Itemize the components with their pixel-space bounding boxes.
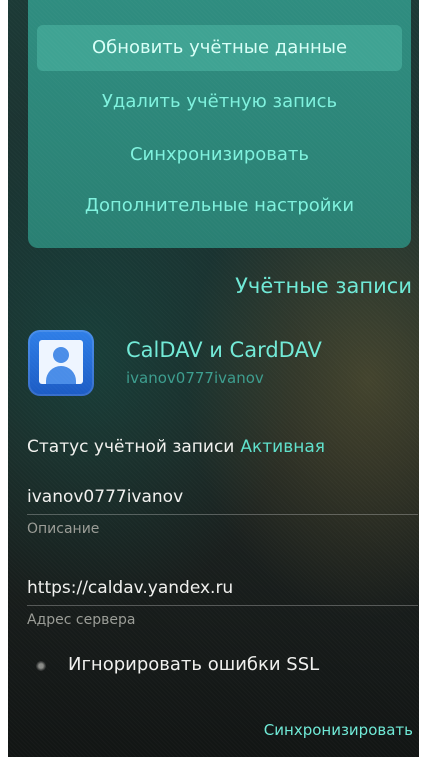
description-label: Описание xyxy=(27,521,100,537)
contact-account-icon xyxy=(28,330,94,396)
status-label: Статус учётной записи xyxy=(27,437,235,457)
server-address-field[interactable]: https://caldav.yandex.ru Адрес сервера xyxy=(27,575,418,628)
pulley-menu: Обновить учётные данные Удалить учётную … xyxy=(28,0,411,248)
description-input[interactable]: ivanov0777ivanov xyxy=(27,484,418,515)
menu-item-delete-account[interactable]: Удалить учётную запись xyxy=(28,79,411,125)
menu-item-advanced-settings[interactable]: Дополнительные настройки xyxy=(28,183,411,229)
menu-item-sync[interactable]: Синхронизировать xyxy=(28,132,411,178)
server-address-label: Адрес сервера xyxy=(27,612,136,628)
account-username: ivanov0777ivanov xyxy=(126,369,264,387)
account-summary: CalDAV и CardDAV ivanov0777ivanov xyxy=(28,330,408,398)
switch-indicator-icon[interactable] xyxy=(36,661,46,671)
person-head-shape xyxy=(53,347,69,363)
account-status-row: Статус учётной записи Активная xyxy=(27,437,325,457)
account-settings-screen: Обновить учётные данные Удалить учётную … xyxy=(8,0,419,757)
person-body-shape xyxy=(46,366,76,384)
sync-button[interactable]: Синхронизировать xyxy=(264,721,413,739)
account-type-name: CalDAV и CardDAV xyxy=(126,338,322,362)
page-title: Учётные записи xyxy=(235,274,412,298)
contact-frame xyxy=(39,340,83,384)
menu-item-update-credentials[interactable]: Обновить учётные данные xyxy=(37,25,402,71)
ignore-ssl-label: Игнорировать ошибки SSL xyxy=(68,654,320,675)
status-value: Активная xyxy=(240,437,325,457)
server-address-input[interactable]: https://caldav.yandex.ru xyxy=(27,575,418,606)
description-field[interactable]: ivanov0777ivanov Описание xyxy=(27,484,418,537)
